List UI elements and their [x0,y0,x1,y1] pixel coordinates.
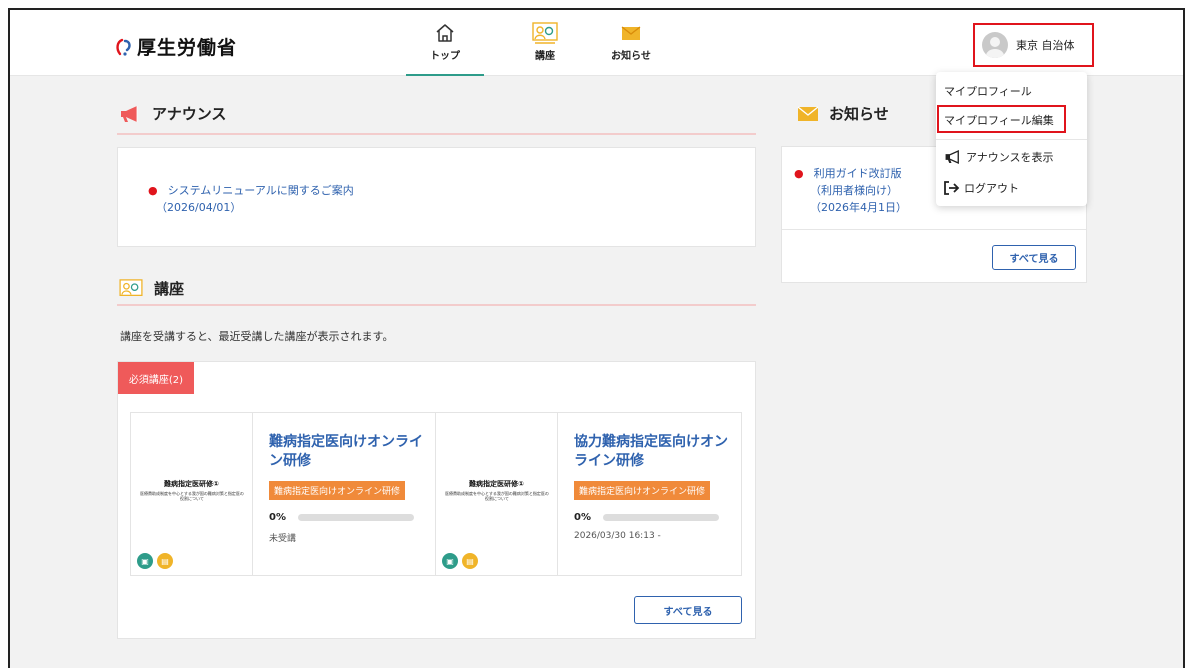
user-name: 東京 自治体 [1016,39,1075,52]
course-status: 未受講 [269,534,297,544]
courses-see-all-button[interactable]: すべて見る [634,596,742,624]
nav-top[interactable]: トップ [406,22,484,76]
notices-title: お知らせ [829,105,889,123]
app-frame: 厚生労働省 トップ 講座 お知らせ 東京 自治体 アナウンス ● システムリニュ… [8,8,1185,668]
courses-rule [117,304,756,306]
bullet-dot: ● [148,184,158,197]
course-thumbnail[interactable]: 難病指定医研修① 医療費助成制度を中心とする我が国の難病対策と指定医の役割につい… [436,413,558,575]
announce-item[interactable]: ● システムリニューアルに関するご案内 （2026/04/01） [148,182,354,216]
course-badge: 難病指定医向けオンライン研修 [574,481,711,500]
menu-item-label: マイプロフィール編集 [944,114,1054,127]
nav-courses-label: 講座 [535,51,555,62]
nav-notices[interactable]: お知らせ [592,22,670,76]
course-thumbnail[interactable]: 難病指定医研修① 医療費助成制度を中心とする我が国の難病対策と指定医の役割につい… [131,413,253,575]
thumb-title: 難病指定医研修① [469,480,524,488]
courses-card: 必須講座(2) 難病指定医研修① 医療費助成制度を中心とする我が国の難病対策と指… [117,361,756,639]
logout-icon [944,181,960,195]
course-status: 2026/03/30 16:13 - [574,531,661,541]
course-title[interactable]: 協力難病指定医向けオンライン研修 [574,433,729,471]
video-icon[interactable]: ▣ [442,553,458,569]
document-icon[interactable]: ▤ [157,553,173,569]
avatar [982,32,1008,58]
thumb-title: 難病指定医研修① [164,480,219,488]
course-badge: 難病指定医向けオンライン研修 [269,481,406,500]
mail-icon [797,105,819,121]
announce-card: ● システムリニューアルに関するご案内 （2026/04/01） [117,147,756,247]
mhlw-logo-icon [116,38,131,56]
logo[interactable]: 厚生労働省 [115,33,237,60]
menu-item-logout[interactable]: ログアウト [944,180,1019,196]
mail-icon [621,26,641,40]
user-dropdown-menu: マイプロフィール マイプロフィール編集 アナウンスを表示 ログアウト [936,72,1087,206]
thumb-desc: 医療費助成制度を中心とする我が国の難病対策と指定医の役割について [140,491,244,501]
megaphone-icon [121,105,138,122]
megaphone-icon [945,149,959,165]
courses-heading: 講座 [118,278,184,299]
thumb-icons: ▣ ▤ [137,553,173,569]
progress-bar [297,514,414,521]
progress-percent: 0% [574,512,591,523]
announce-item-date: （2026/04/01） [156,201,242,214]
top-bar: 厚生労働省 トップ 講座 お知らせ 東京 自治体 [10,10,1183,76]
nav-top-label: トップ [430,51,460,62]
notice-line1: 利用ガイド改訂版 [813,167,902,180]
course-icon [119,278,143,296]
home-icon [436,24,454,42]
document-icon[interactable]: ▤ [462,553,478,569]
thumb-desc: 医療費助成制度を中心とする我が国の難病対策と指定医の役割について [445,491,549,501]
menu-item-edit-profile[interactable]: マイプロフィール編集 [944,112,1054,128]
notices-see-all-button[interactable]: すべて見る [992,245,1076,270]
announce-item-text: システムリニューアルに関するご案内 [167,184,354,197]
required-courses-tab[interactable]: 必須講座(2) [118,362,194,394]
course-icon [532,22,558,44]
course-progress: 0% [574,512,729,523]
announce-title: アナウンス [152,105,227,123]
notice-line2: （利用者様向け） [810,184,898,197]
bullet-dot: ● [794,167,804,180]
course-card[interactable]: 難病指定医研修① 医療費助成制度を中心とする我が国の難病対策と指定医の役割につい… [436,413,741,575]
courses-title: 講座 [154,280,185,298]
announce-heading: アナウンス [118,103,226,124]
progress-percent: 0% [269,512,286,523]
menu-item-label: アナウンスを表示 [966,151,1054,164]
video-icon[interactable]: ▣ [137,553,153,569]
notices-divider [782,229,1086,230]
course-info: 難病指定医向けオンライン研修 難病指定医向けオンライン研修 0% 未受講 [253,413,435,575]
user-menu-button[interactable]: 東京 自治体 [973,23,1094,67]
nav-notices-label: お知らせ [611,51,651,62]
notice-item[interactable]: ● 利用ガイド改訂版 （利用者様向け） （2026年4月1日） [794,165,907,216]
menu-item-label: マイプロフィール [944,85,1032,98]
notices-heading: お知らせ [797,103,889,124]
course-title[interactable]: 難病指定医向けオンライン研修 [269,433,423,471]
courses-hint: 講座を受講すると、最近受講した講座が表示されます。 [120,330,394,343]
announce-rule [117,133,756,135]
course-progress: 0% [269,512,423,523]
thumb-icons: ▣ ▤ [442,553,478,569]
menu-item-show-announce[interactable]: アナウンスを表示 [944,149,1054,165]
menu-item-label: ログアウト [964,182,1019,195]
notice-line3: （2026年4月1日） [810,201,907,214]
course-grid: 難病指定医研修① 医療費助成制度を中心とする我が国の難病対策と指定医の役割につい… [130,412,742,576]
menu-divider [936,139,1087,140]
logo-text: 厚生労働省 [137,37,238,59]
course-card[interactable]: 難病指定医研修① 医療費助成制度を中心とする我が国の難病対策と指定医の役割につい… [131,413,436,575]
course-info: 協力難病指定医向けオンライン研修 難病指定医向けオンライン研修 0% 2026/… [558,413,741,575]
progress-bar [602,514,719,521]
nav-courses[interactable]: 講座 [506,22,584,76]
menu-item-my-profile[interactable]: マイプロフィール [944,83,1032,99]
